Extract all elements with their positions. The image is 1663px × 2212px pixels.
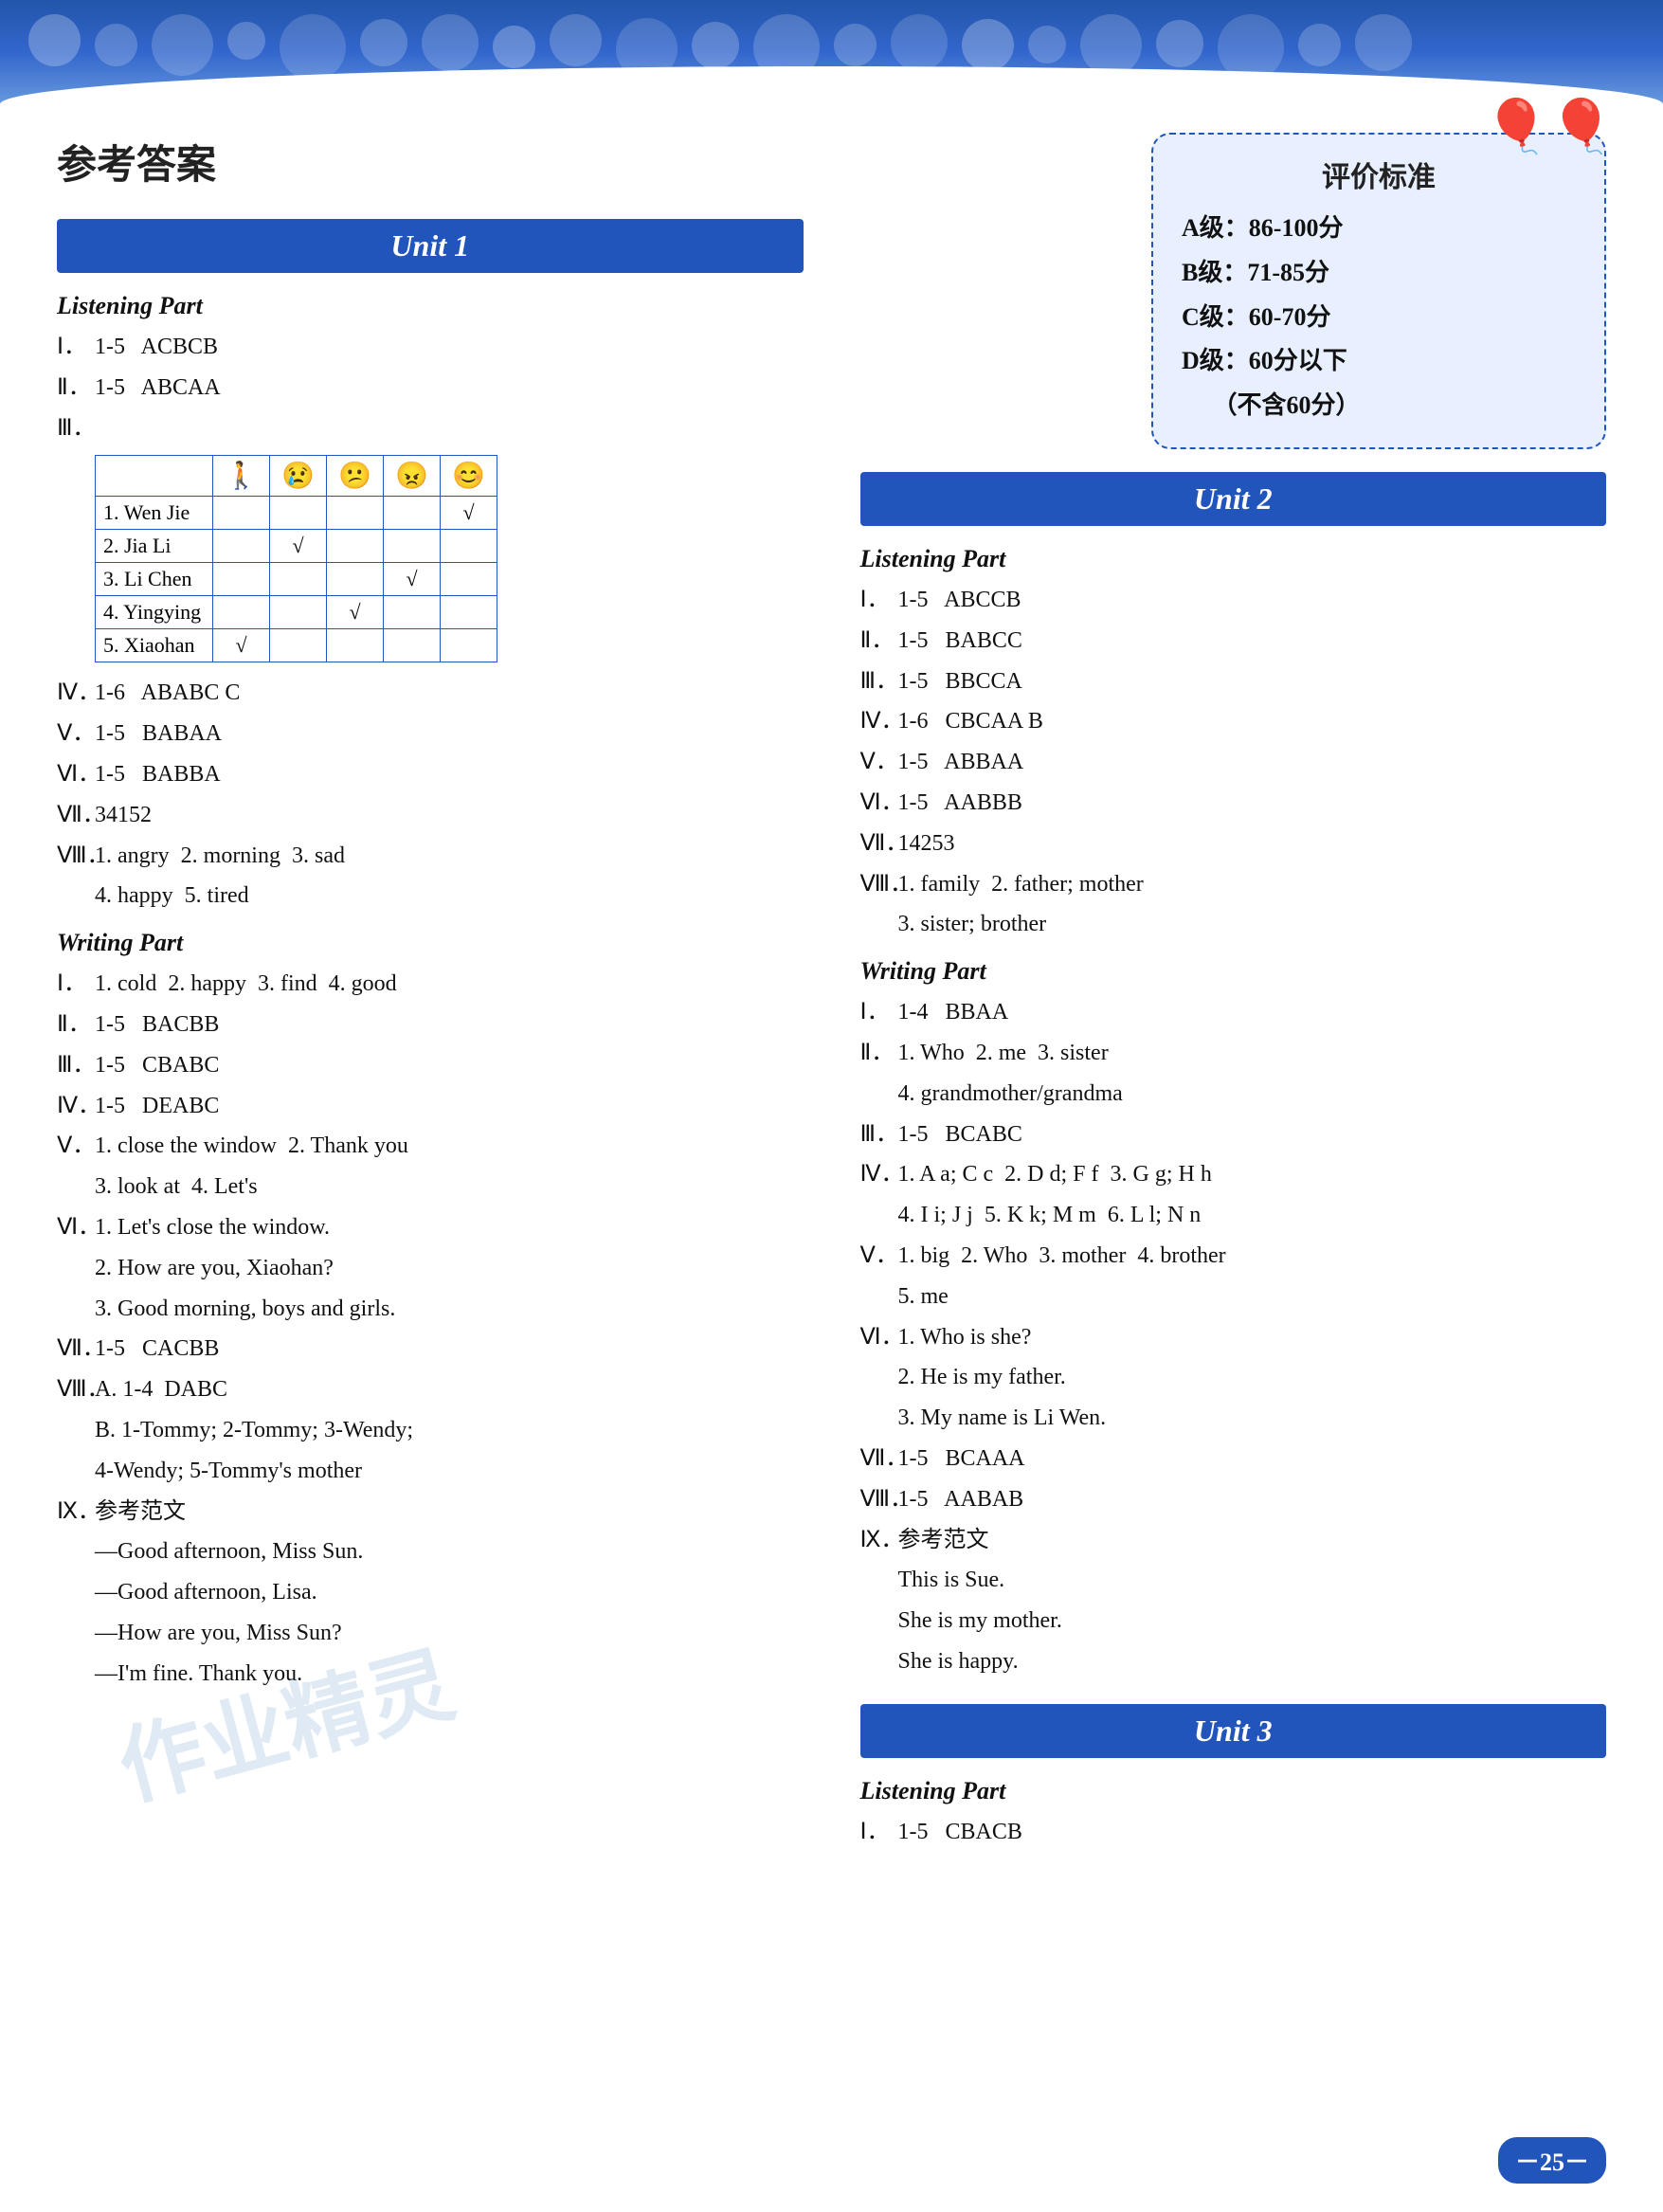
unit1-write-ix-4: —I'm fine. Thank you. — [95, 1655, 804, 1694]
unit1-listen-vi: Ⅵ．1-5 BABBA — [57, 755, 804, 794]
unit1-write-viii-a: Ⅷ．A. 1-4 DABC — [57, 1370, 804, 1409]
unit2-listen-iv: Ⅳ．1-6 CBCAA B — [860, 702, 1607, 741]
unit2-listen-viii-b: 3. sister; brother — [898, 905, 1607, 944]
unit1-write-vi-c: 3. Good morning, boys and girls. — [95, 1290, 804, 1329]
unit1-listen-iii: Ⅲ． — [57, 409, 804, 448]
unit1-listening-label: Listening Part — [57, 292, 804, 320]
unit2-write-viii: Ⅷ．1-5 AABAB — [860, 1480, 1607, 1519]
unit2-listen-viii-a: Ⅷ．1. family 2. father; mother — [860, 865, 1607, 904]
unit1-write-viii-b: B. 1-Tommy; 2-Tommy; 3-Wendy; — [95, 1411, 804, 1450]
unit2-write-iv-b: 4. I i; J j 5. K k; M m 6. L l; N n — [898, 1196, 1607, 1235]
unit2-write-ix-1: This is Sue. — [898, 1561, 1607, 1600]
unit2-listening-label: Listening Part — [860, 545, 1607, 573]
table-row: 3. Li Chen √ — [96, 563, 497, 596]
unit1-write-v-a: Ⅴ．1. close the window 2. Thank you — [57, 1127, 804, 1166]
unit2-listen-v: Ⅴ．1-5 ABBAA — [860, 743, 1607, 782]
right-column: 🎈🎈 评价标准 A级：86-100分 B级：71-85分 C级：60-70分 D… — [860, 133, 1607, 1854]
unit1-writing-label: Writing Part — [57, 929, 804, 957]
unit1-write-ix-label: Ⅸ．参考范文 — [57, 1493, 804, 1532]
table-row: 4. Yingying √ — [96, 596, 497, 629]
top-banner — [0, 0, 1663, 104]
unit1-listen-v: Ⅴ．1-5 BABAA — [57, 715, 804, 753]
eval-title: 评价标准 — [1182, 154, 1576, 195]
unit1-write-vi-b: 2. How are you, Xiaohan? — [95, 1249, 804, 1288]
unit1-listen-iv: Ⅳ．1-6 ABABC C — [57, 674, 804, 713]
emotion-table: 🚶 😢 😕 😠 😊 1. Wen Jie √ 2. Jia Li √ 3. — [95, 455, 497, 662]
unit2-listen-iii: Ⅲ．1-5 BBCCA — [860, 662, 1607, 701]
unit2-write-ix-label: Ⅸ．参考范文 — [860, 1521, 1607, 1560]
unit1-write-iv: Ⅳ．1-5 DEABC — [57, 1087, 804, 1126]
eval-grade-a: A级：86-100分 — [1182, 207, 1576, 251]
unit1-write-iii: Ⅲ．1-5 CBABC — [57, 1046, 804, 1085]
unit1-listen-viii-a: Ⅷ．1. angry 2. morning 3. sad — [57, 837, 804, 876]
eval-grade-b: B级：71-85分 — [1182, 251, 1576, 296]
unit3-listening-label: Listening Part — [860, 1777, 1607, 1805]
unit2-writing-label: Writing Part — [860, 957, 1607, 986]
unit1-write-ix-1: —Good afternoon, Miss Sun. — [95, 1532, 804, 1571]
unit2-write-v-a: Ⅴ．1. big 2. Who 3. mother 4. brother — [860, 1237, 1607, 1276]
unit3-listen-i: Ⅰ．1-5 CBACB — [860, 1813, 1607, 1852]
unit1-listen-viii-b: 4. happy 5. tired — [95, 877, 804, 916]
unit2-write-vi-b: 2. He is my father. — [898, 1358, 1607, 1397]
unit2-listen-ii: Ⅱ．1-5 BABCC — [860, 622, 1607, 661]
unit2-listen-i: Ⅰ．1-5 ABCCB — [860, 581, 1607, 620]
unit1-listen-i: Ⅰ．1-5 ACBCB — [57, 328, 804, 367]
unit2-write-vi-a: Ⅵ．1. Who is she? — [860, 1318, 1607, 1357]
eval-grade-c: C级：60-70分 — [1182, 296, 1576, 340]
eval-box: 🎈🎈 评价标准 A级：86-100分 B级：71-85分 C级：60-70分 D… — [1151, 133, 1606, 449]
left-column: 参考答案 Unit 1 Listening Part Ⅰ．1-5 ACBCB Ⅱ… — [57, 133, 804, 1854]
unit1-write-v-b: 3. look at 4. Let's — [95, 1168, 804, 1206]
unit2-write-iv-a: Ⅳ．1. A a; C c 2. D d; F f 3. G g; H h — [860, 1155, 1607, 1194]
unit1-write-ii: Ⅱ．1-5 BACBB — [57, 1006, 804, 1044]
table-row: 2. Jia Li √ — [96, 530, 497, 563]
unit2-listen-vii: Ⅶ．14253 — [860, 825, 1607, 863]
unit2-write-v-b: 5. me — [898, 1278, 1607, 1316]
unit1-write-vi-a: Ⅵ．1. Let's close the window. — [57, 1208, 804, 1247]
table-row: 1. Wen Jie √ — [96, 497, 497, 530]
unit1-header: Unit 1 — [57, 219, 804, 273]
unit1-write-ix-2: —Good afternoon, Lisa. — [95, 1573, 804, 1612]
unit2-write-i: Ⅰ．1-4 BBAA — [860, 993, 1607, 1032]
table-row: 5. Xiaohan √ — [96, 629, 497, 662]
unit2-write-ii-a: Ⅱ．1. Who 2. me 3. sister — [860, 1034, 1607, 1073]
unit1-write-i: Ⅰ．1. cold 2. happy 3. find 4. good — [57, 965, 804, 1004]
eval-grade-d: D级：60分以下 — [1182, 339, 1576, 384]
unit1-write-viii-c: 4-Wendy; 5-Tommy's mother — [95, 1452, 804, 1491]
unit2-write-iii: Ⅲ．1-5 BCABC — [860, 1115, 1607, 1154]
unit1-write-vii: Ⅶ．1-5 CACBB — [57, 1330, 804, 1369]
page-number: －25－ — [1498, 2137, 1606, 2184]
unit2-write-ii-b: 4. grandmother/grandma — [898, 1075, 1607, 1114]
unit2-write-vii: Ⅶ．1-5 BCAAA — [860, 1440, 1607, 1478]
page-title: 参考答案 — [57, 133, 804, 190]
unit2-write-vi-c: 3. My name is Li Wen. — [898, 1399, 1607, 1438]
unit2-header: Unit 2 — [860, 472, 1607, 526]
unit1-listen-ii: Ⅱ．1-5 ABCAA — [57, 369, 804, 408]
balloon-decoration: 🎈🎈 — [1484, 97, 1614, 157]
unit3-header: Unit 3 — [860, 1704, 1607, 1758]
unit2-write-ix-3: She is happy. — [898, 1642, 1607, 1681]
unit1-listen-vii: Ⅶ．34152 — [57, 796, 804, 835]
unit1-write-ix-3: —How are you, Miss Sun? — [95, 1614, 804, 1653]
unit2-write-ix-2: She is my mother. — [898, 1602, 1607, 1641]
unit2-listen-vi: Ⅵ．1-5 AABBB — [860, 784, 1607, 823]
eval-grade-note: （不含60分） — [1182, 384, 1576, 428]
